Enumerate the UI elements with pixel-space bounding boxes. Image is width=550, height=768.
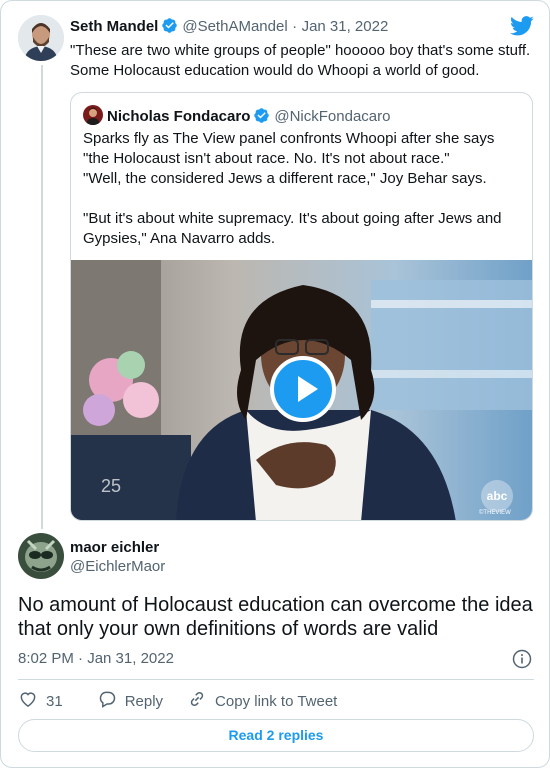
- parent-tweet-text: "These are two white groups of people" h…: [70, 42, 531, 79]
- parent-author-handle[interactable]: @SethAMandel: [182, 18, 287, 35]
- reply-bubble-icon: [97, 689, 125, 713]
- quoted-author-name[interactable]: Nicholas Fondacaro: [107, 108, 250, 125]
- parent-tweet-header: Seth Mandel @SethAMandel · Jan 31, 2022: [70, 17, 388, 36]
- parent-author-name[interactable]: Seth Mandel: [70, 18, 158, 35]
- tweet-embed-card: Seth Mandel @SethAMandel · Jan 31, 2022 "…: [0, 0, 550, 768]
- quoted-tweet-header: Nicholas Fondacaro @NickFondacaro: [83, 105, 390, 126]
- action-bar: 31 Reply Copy link to Tweet: [18, 689, 337, 713]
- quoted-tweet-text: Sparks fly as The View panel confronts W…: [83, 130, 502, 247]
- play-icon[interactable]: [270, 356, 336, 422]
- reply-button[interactable]: Reply: [97, 689, 163, 713]
- reply-tweet-text: No amount of Holocaust education can ove…: [18, 594, 533, 640]
- parent-tweet-date[interactable]: Jan 31, 2022: [302, 18, 389, 35]
- like-button[interactable]: 31: [18, 689, 63, 713]
- heart-icon: [18, 689, 46, 713]
- svg-text:25: 25: [101, 476, 121, 496]
- reply-timestamp[interactable]: 8:02 PM · Jan 31, 2022: [18, 650, 174, 667]
- seth-mandel-avatar[interactable]: [18, 15, 64, 61]
- verified-badge-icon: [250, 108, 274, 125]
- divider: [18, 679, 534, 680]
- quoted-author-handle[interactable]: @NickFondacaro: [274, 108, 390, 125]
- quoted-author-avatar: [83, 105, 103, 125]
- video-watermark: abc: [481, 480, 513, 512]
- maor-eichler-avatar[interactable]: [18, 533, 64, 579]
- twitter-bird-icon[interactable]: [510, 16, 534, 36]
- link-icon: [187, 689, 215, 713]
- verified-badge-icon: [158, 18, 182, 35]
- read-replies-button[interactable]: Read 2 replies: [18, 719, 534, 752]
- header-separator: ·: [292, 18, 298, 35]
- quoted-tweet[interactable]: Nicholas Fondacaro @NickFondacaro Sparks …: [70, 92, 533, 521]
- copy-link-button[interactable]: Copy link to Tweet: [187, 689, 337, 713]
- thread-connector-line: [41, 65, 43, 529]
- reply-label: Reply: [124, 692, 164, 710]
- video-thumbnail[interactable]: 25 abc ©THEVIEW: [71, 260, 532, 520]
- reply-author-name[interactable]: maor eichler: [70, 539, 159, 556]
- copy-link-label: Copy link to Tweet: [215, 692, 338, 710]
- reply-author-handle[interactable]: @EichlerMaor: [70, 558, 165, 575]
- like-count: 31: [46, 692, 63, 710]
- video-tag: ©THEVIEW: [479, 510, 511, 516]
- info-icon[interactable]: [512, 649, 532, 669]
